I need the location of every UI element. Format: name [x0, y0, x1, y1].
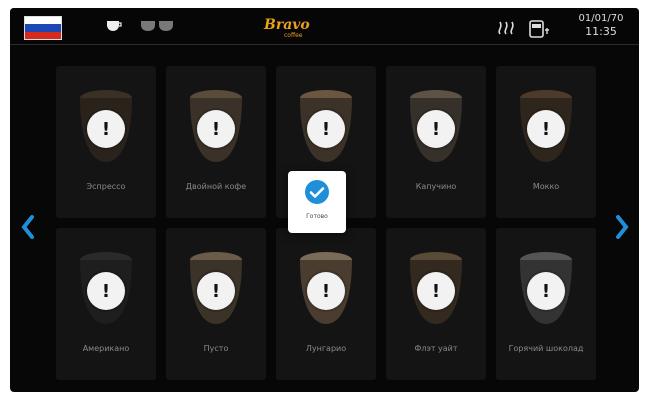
drink-tile[interactable]: ! Флэт уайт	[386, 228, 486, 380]
status-popup[interactable]: Готово	[288, 171, 346, 233]
drink-tile[interactable]: ! Американо	[56, 228, 156, 380]
water-tank-icon	[529, 20, 549, 38]
date-text: 01/01/70	[578, 13, 624, 24]
cups-icon[interactable]	[140, 20, 176, 32]
clock: 01/01/70 11:35	[566, 12, 636, 38]
drink-tile[interactable]: ! Лунгарио	[276, 228, 376, 380]
chevron-left-icon[interactable]	[20, 214, 36, 240]
drink-tile[interactable]: ! Капучино	[386, 66, 486, 218]
drink-label: Мокко	[532, 182, 560, 191]
check-circle-icon	[305, 180, 329, 204]
exclamation-icon: !	[197, 110, 235, 148]
drink-tile[interactable]: ! Эспрессо	[56, 66, 156, 218]
drink-label: Лунгарио	[305, 344, 347, 353]
drink-tile[interactable]: ! Пусто	[166, 228, 266, 380]
exclamation-icon: !	[527, 272, 565, 310]
cup-icon[interactable]	[106, 20, 122, 32]
drink-label: Пусто	[203, 344, 229, 353]
steam-icon	[498, 21, 514, 35]
drink-label: Капучино	[415, 182, 457, 191]
exclamation-icon: !	[87, 110, 125, 148]
chevron-right-icon[interactable]	[614, 214, 630, 240]
drink-tile[interactable]: ! Горячий шоколад	[496, 228, 596, 380]
drink-label: Американо	[82, 344, 130, 353]
bravo-logo: Bravo coffee	[263, 17, 310, 39]
drink-tile[interactable]: ! Мокко	[496, 66, 596, 218]
exclamation-icon: !	[307, 272, 345, 310]
popup-text: Готово	[306, 213, 328, 220]
drink-label: Флэт уайт	[414, 344, 458, 353]
exclamation-icon: !	[417, 272, 455, 310]
language-flag-icon[interactable]	[24, 16, 62, 40]
exclamation-icon: !	[87, 272, 125, 310]
brand-sub-text: coffee	[284, 32, 303, 39]
drink-tile[interactable]: ! Двойной кофе	[166, 66, 266, 218]
exclamation-icon: !	[197, 272, 235, 310]
brand-text: Bravo	[263, 17, 310, 33]
top-bar: Bravo coffee 01/01/70 11:35	[10, 8, 639, 45]
exclamation-icon: !	[307, 110, 345, 148]
time-text: 11:35	[585, 25, 617, 38]
exclamation-icon: !	[417, 110, 455, 148]
drink-label: Эспрессо	[86, 182, 126, 191]
drink-label: Горячий шоколад	[508, 344, 584, 353]
exclamation-icon: !	[527, 110, 565, 148]
drink-label: Двойной кофе	[185, 182, 247, 191]
